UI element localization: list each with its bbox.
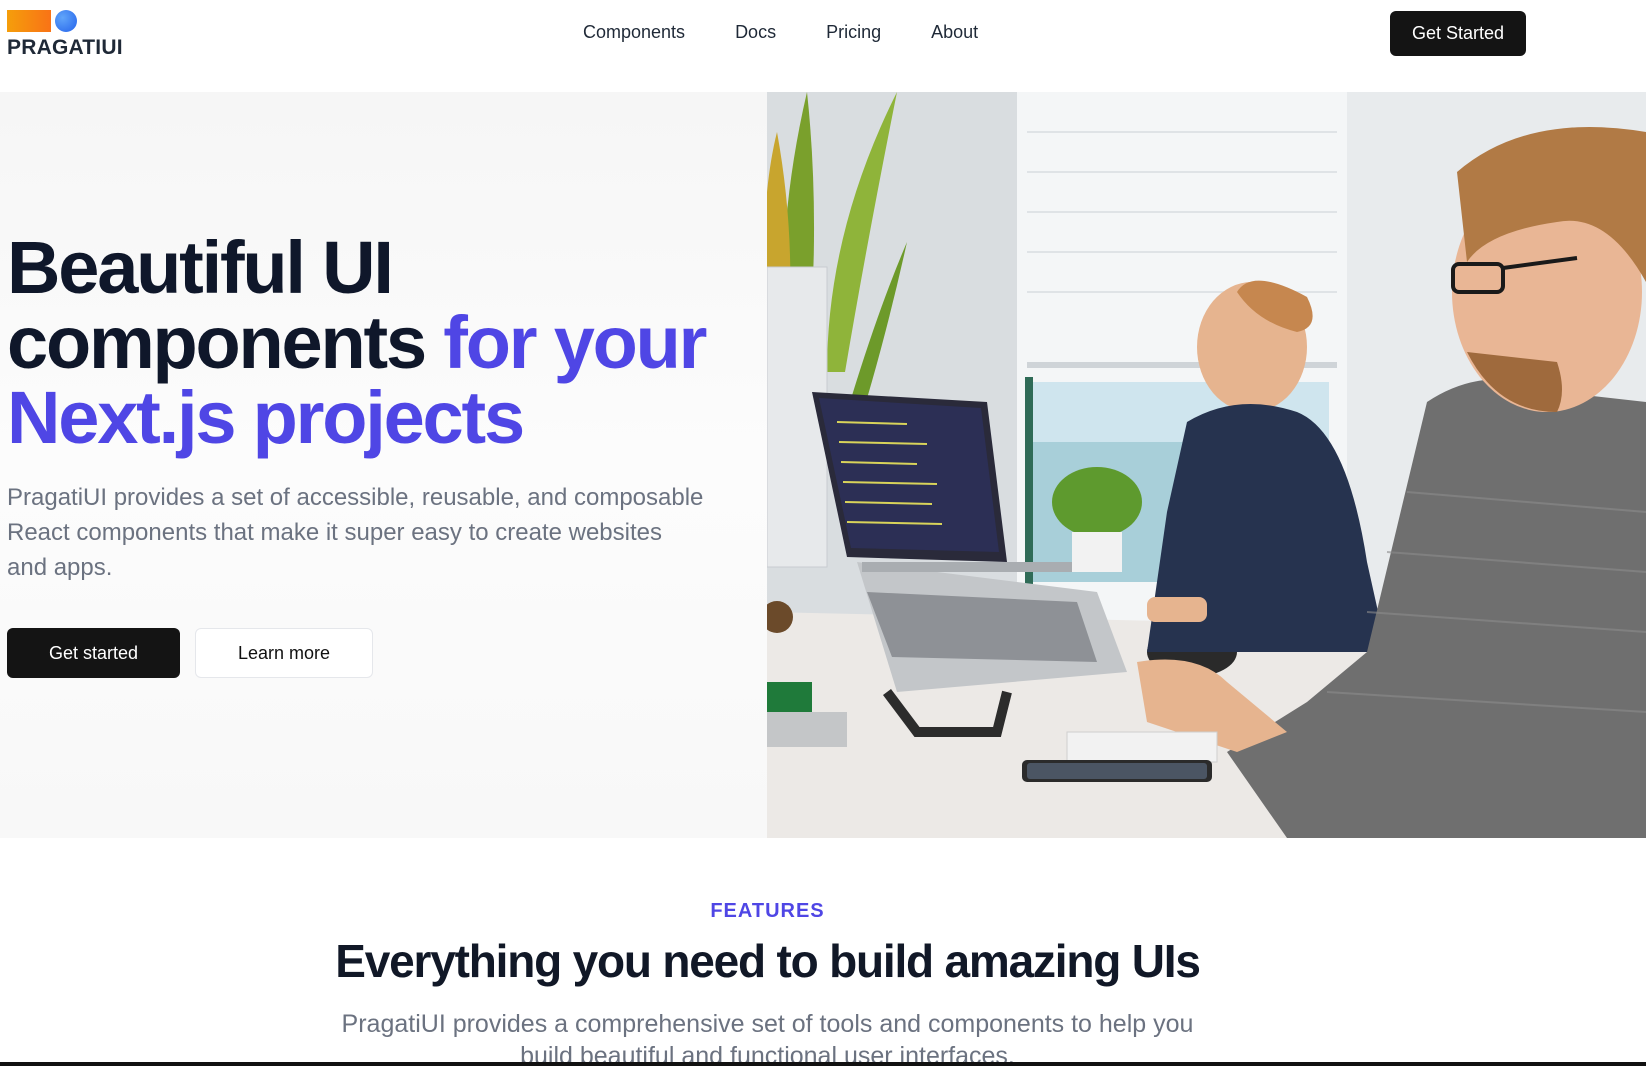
hero-title: Beautiful UI components for your Next.js… <box>7 230 767 455</box>
get-started-header-button[interactable]: Get Started <box>1390 11 1526 56</box>
nav-link-components[interactable]: Components <box>583 22 685 43</box>
learn-more-button[interactable]: Learn more <box>195 628 373 678</box>
hero-subtitle: PragatiUI provides a set of accessible, … <box>7 484 704 581</box>
hero-title-line2: components <box>7 301 427 384</box>
bottom-divider <box>0 1062 1646 1066</box>
hero-image <box>767 92 1646 838</box>
features-subtitle: PragatiUI provides a comprehensive set o… <box>341 1010 1194 1066</box>
nav-link-pricing[interactable]: Pricing <box>826 22 881 43</box>
hero-title-accent-1: for your <box>443 301 707 384</box>
logo-text: PRAGATIUI <box>7 36 123 59</box>
site-header: PRAGATIUI Components Docs Pricing About … <box>0 0 1646 66</box>
features-section: FEATURES Everything you need to build am… <box>0 838 1535 1066</box>
hero-title-accent-2: Next.js projects <box>7 376 525 459</box>
logo-mark-icon <box>7 10 87 36</box>
features-eyebrow: FEATURES <box>710 900 825 922</box>
hero-section: Beautiful UI components for your Next.js… <box>0 92 1646 838</box>
hero-title-line1: Beautiful UI <box>7 226 394 309</box>
logo[interactable]: PRAGATIUI <box>7 10 137 59</box>
nav-link-about[interactable]: About <box>931 22 978 43</box>
nav-link-docs[interactable]: Docs <box>735 22 776 43</box>
features-title: Everything you need to build amazing UIs <box>335 935 1201 987</box>
main-nav: Components Docs Pricing About <box>583 22 978 43</box>
get-started-button[interactable]: Get started <box>7 628 180 678</box>
hero-content: Beautiful UI components for your Next.js… <box>0 92 767 838</box>
hero-actions: Get started Learn more <box>7 628 373 678</box>
